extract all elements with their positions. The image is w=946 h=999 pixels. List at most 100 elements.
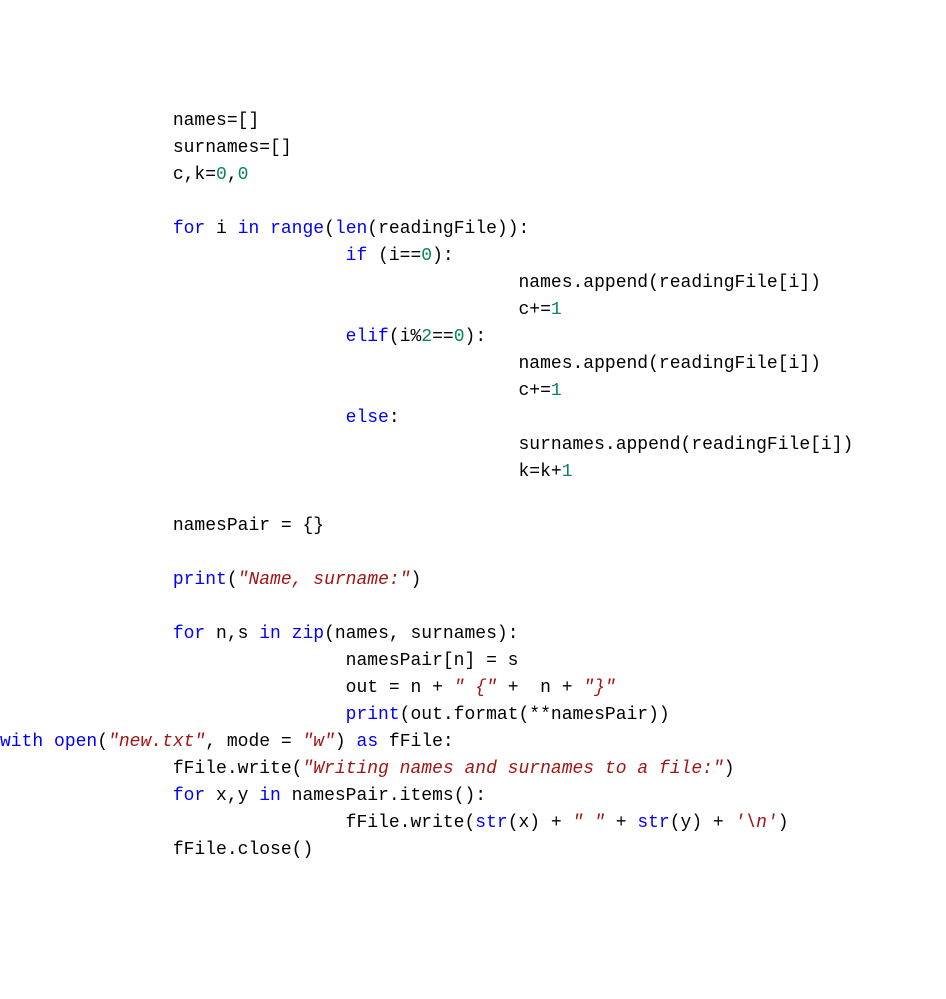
code-token: (names, surnames): [324, 624, 518, 644]
code-token: namesPair.items(): [281, 786, 486, 806]
code-token: i [205, 219, 237, 239]
code-token: in [259, 624, 281, 644]
code-line[interactable]: if (i==0): [0, 243, 946, 270]
code-token: : [389, 408, 400, 428]
code-token: len [335, 219, 367, 239]
code-token: str [637, 813, 669, 833]
code-line[interactable]: namesPair = {} [0, 513, 946, 540]
code-token: ( [324, 219, 335, 239]
code-line[interactable]: print(out.format(**namesPair)) [0, 702, 946, 729]
code-token: 1 [551, 300, 562, 320]
code-token: in [238, 219, 260, 239]
code-token: "new.txt" [108, 732, 205, 752]
code-line[interactable]: fFile.close() [0, 837, 946, 864]
code-token: "}" [583, 678, 615, 698]
code-line[interactable]: with open("new.txt", mode = "w") as fFil… [0, 729, 946, 756]
code-line[interactable]: else: [0, 405, 946, 432]
code-token: , [227, 165, 238, 185]
code-token: for [173, 624, 205, 644]
code-line[interactable]: print("Name, surname:") [0, 567, 946, 594]
code-line[interactable] [0, 540, 946, 567]
code-line[interactable]: names.append(readingFile[i]) [0, 270, 946, 297]
code-token [43, 732, 54, 752]
code-token: names.append(readingFile[i]) [518, 273, 820, 293]
code-line[interactable]: for n,s in zip(names, surnames): [0, 621, 946, 648]
code-token: '\n' [735, 813, 778, 833]
code-token: c,k= [173, 165, 216, 185]
code-token: ): [465, 327, 487, 347]
code-line[interactable]: names=[] [0, 108, 946, 135]
code-token: namesPair = {} [173, 516, 324, 536]
code-token: print [346, 705, 400, 725]
code-token: with [0, 732, 43, 752]
code-token: n,s [205, 624, 259, 644]
code-token: 1 [562, 462, 573, 482]
code-line[interactable]: c+=1 [0, 378, 946, 405]
code-token [259, 219, 270, 239]
code-token: surnames=[] [173, 138, 292, 158]
code-token: x,y [205, 786, 259, 806]
code-token: "Name, surname:" [238, 570, 411, 590]
code-token: 0 [454, 327, 465, 347]
code-token: as [357, 732, 379, 752]
code-token: "w" [303, 732, 335, 752]
code-line[interactable] [0, 594, 946, 621]
code-token: , mode = [205, 732, 302, 752]
code-token: str [475, 813, 507, 833]
code-token: fFile: [378, 732, 454, 752]
code-line[interactable] [0, 486, 946, 513]
code-token: 2 [421, 327, 432, 347]
code-line[interactable]: surnames=[] [0, 135, 946, 162]
code-token: 0 [421, 246, 432, 266]
code-token: k=k+ [518, 462, 561, 482]
code-token: ) [724, 759, 735, 779]
code-token: 1 [551, 381, 562, 401]
code-token: for [173, 219, 205, 239]
code-token: for [173, 786, 205, 806]
code-token: surnames.append(readingFile[i]) [518, 435, 853, 455]
code-token: (y) + [670, 813, 735, 833]
code-line[interactable]: for i in range(len(readingFile)): [0, 216, 946, 243]
code-line[interactable]: k=k+1 [0, 459, 946, 486]
code-token: fFile.close() [173, 840, 313, 860]
code-token: (i% [389, 327, 421, 347]
code-line[interactable]: fFile.write("Writing names and surnames … [0, 756, 946, 783]
code-token: if [346, 246, 368, 266]
code-line[interactable]: out = n + " {" + n + "}" [0, 675, 946, 702]
code-token: elif [346, 327, 389, 347]
code-line[interactable]: elif(i%2==0): [0, 324, 946, 351]
code-line[interactable]: c,k=0,0 [0, 162, 946, 189]
code-line[interactable] [0, 189, 946, 216]
code-token: names=[] [173, 111, 259, 131]
code-token: fFile.write( [346, 813, 476, 833]
code-token: print [173, 570, 227, 590]
code-token: (readingFile)): [367, 219, 529, 239]
code-token: namesPair[n] = s [346, 651, 519, 671]
code-line[interactable]: namesPair[n] = s [0, 648, 946, 675]
code-token: c+= [518, 300, 550, 320]
code-token: range [270, 219, 324, 239]
code-token: else [346, 408, 389, 428]
code-editor[interactable]: names=[] surnames=[] c,k=0,0 for i in ra… [0, 108, 946, 864]
code-token: + n + [497, 678, 583, 698]
code-line[interactable]: for x,y in namesPair.items(): [0, 783, 946, 810]
code-token: open [54, 732, 97, 752]
code-line[interactable]: fFile.write(str(x) + " " + str(y) + '\n'… [0, 810, 946, 837]
code-token: ) [410, 570, 421, 590]
code-token: " {" [454, 678, 497, 698]
code-token [281, 624, 292, 644]
code-line[interactable]: names.append(readingFile[i]) [0, 351, 946, 378]
code-token: (out.format(**namesPair)) [400, 705, 670, 725]
code-token: + [605, 813, 637, 833]
code-token: names.append(readingFile[i]) [518, 354, 820, 374]
code-token: == [432, 327, 454, 347]
code-token: ) [335, 732, 357, 752]
code-token: 0 [216, 165, 227, 185]
code-token: in [259, 786, 281, 806]
code-line[interactable]: surnames.append(readingFile[i]) [0, 432, 946, 459]
code-token: (i== [367, 246, 421, 266]
code-token: fFile.write( [173, 759, 303, 779]
code-token: ): [432, 246, 454, 266]
code-token: 0 [238, 165, 249, 185]
code-line[interactable]: c+=1 [0, 297, 946, 324]
